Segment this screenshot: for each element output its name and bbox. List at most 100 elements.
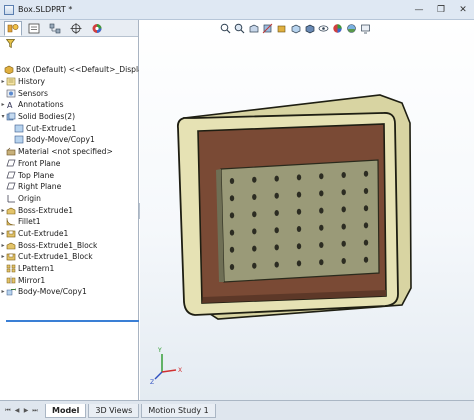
plane-icon <box>6 182 16 191</box>
hole <box>229 212 235 219</box>
display-manager-icon <box>92 23 102 33</box>
hole <box>341 206 346 213</box>
part-document-icon <box>4 4 14 15</box>
first-tab-arrow-icon[interactable]: ⏮ <box>4 406 12 416</box>
tree-root[interactable]: Box (Default) <<Default>_Display St <box>0 64 139 76</box>
hole <box>274 227 279 234</box>
tree-item-label: Fillet1 <box>18 217 41 227</box>
hole <box>296 208 302 215</box>
hole <box>229 229 235 236</box>
tab-configuration-manager[interactable] <box>46 21 64 36</box>
hole <box>319 190 324 197</box>
tree-item-cut-extrude1-block[interactable]: ▸ Cut-Extrude1_Block <box>0 251 139 263</box>
cut-icon <box>6 252 16 261</box>
tree-item-label: Body-Move/Copy1 <box>18 287 87 297</box>
hole <box>341 240 346 247</box>
tree-item-label: Mirror1 <box>18 275 46 285</box>
extrude-icon <box>6 206 16 215</box>
hole <box>229 264 235 270</box>
hole <box>296 260 302 267</box>
tree-item-top-plane[interactable]: Top Plane <box>0 169 139 181</box>
graphics-area[interactable]: Y X Z <box>140 20 474 400</box>
tree-item-solid-bodies[interactable]: ▾ Solid Bodies(2) <box>0 111 139 123</box>
hole <box>296 174 302 181</box>
annotations-icon: A <box>6 100 16 109</box>
tree-item-label: Solid Bodies(2) <box>18 112 76 122</box>
tree-item-boss-extrude1[interactable]: ▸ Boss-Extrude1 <box>0 204 139 216</box>
mirror-icon <box>6 276 16 285</box>
cut-icon <box>6 229 16 238</box>
hole <box>341 189 346 196</box>
plane-icon <box>6 171 16 180</box>
document-title: Box.SLDPRT * <box>18 5 73 14</box>
tree-item-sensors[interactable]: Sensors <box>0 87 139 99</box>
hole <box>363 222 369 229</box>
hole <box>274 261 279 268</box>
tree-item-label: Annotations <box>18 100 64 110</box>
triad-z-axis <box>154 371 163 380</box>
hole <box>274 210 279 216</box>
hole <box>363 239 369 246</box>
material-icon <box>6 147 16 156</box>
tab-dimxpert-manager[interactable] <box>67 21 85 36</box>
rollback-bar[interactable] <box>6 320 139 322</box>
hole <box>319 224 324 231</box>
tree-item-label: Body-Move/Copy1 <box>26 135 95 145</box>
tab-motion-study-1[interactable]: Motion Study 1 <box>141 403 216 418</box>
tree-item-label: Top Plane <box>18 170 55 180</box>
tab-model[interactable]: Model <box>45 403 87 418</box>
tab-property-manager[interactable] <box>25 21 43 36</box>
tree-item-label: LPattern1 <box>18 264 55 274</box>
triad-x-label: X <box>178 367 182 374</box>
tree-item-right-plane[interactable]: Right Plane <box>0 181 139 193</box>
tree-item-history[interactable]: ▸ History <box>0 76 139 88</box>
tree-item-boss-extrude1-block[interactable]: ▸ Boss-Extrude1_Block <box>0 239 139 251</box>
tab-3d-views[interactable]: 3D Views <box>88 403 140 418</box>
pattern-icon <box>6 264 16 273</box>
solid-bodies-icon <box>6 112 16 121</box>
close-button[interactable]: ✕ <box>452 0 474 20</box>
tree-item-front-plane[interactable]: Front Plane <box>0 158 139 170</box>
hole <box>341 258 346 264</box>
move-copy-icon <box>6 287 16 296</box>
hole <box>296 243 302 250</box>
hole <box>274 175 279 182</box>
tree-item-lpattern1[interactable]: LPattern1 <box>0 263 139 275</box>
restore-button[interactable]: ❐ <box>430 0 452 20</box>
extrude-icon <box>6 241 16 250</box>
tree-item-material[interactable]: Material <not specified> <box>0 146 139 158</box>
hole <box>363 188 369 194</box>
next-tab-arrow-icon[interactable]: ▶ <box>22 406 30 416</box>
prev-tab-arrow-icon[interactable]: ◀ <box>13 406 21 416</box>
tree-item-mirror1[interactable]: Mirror1 <box>0 274 139 286</box>
tree-item-fillet1[interactable]: Fillet1 <box>0 216 139 228</box>
hole <box>229 246 235 253</box>
tree-item-body-move-copy1[interactable]: Body-Move/Copy1 <box>0 134 139 146</box>
hole <box>363 256 369 263</box>
tab-feature-manager[interactable] <box>4 20 22 36</box>
box-model[interactable] <box>176 94 412 320</box>
body-icon <box>14 135 24 144</box>
triad-y-label: Y <box>157 347 162 354</box>
hole <box>341 223 346 230</box>
tree-item-origin[interactable]: Origin <box>0 193 139 205</box>
window-controls: — ❐ ✕ <box>408 0 474 20</box>
fillet-icon <box>6 217 16 226</box>
bottom-tab-bar: ⏮ ◀ ▶ ⏭ Model 3D Views Motion Study 1 <box>0 400 474 420</box>
origin-icon <box>6 194 16 203</box>
sensors-icon <box>6 89 16 98</box>
model-viewport[interactable]: Y X Z <box>140 20 474 400</box>
last-tab-arrow-icon[interactable]: ⏭ <box>31 406 39 416</box>
tree-item-annotations[interactable]: ▸ A Annotations <box>0 99 139 111</box>
tree-item-body-cut-extrude1[interactable]: Cut-Extrude1 <box>0 122 139 134</box>
tree-item-body-move-copy1-feature[interactable]: ▸ Body-Move/Copy1 <box>0 286 139 298</box>
hole <box>229 178 235 184</box>
tree-item-cut-extrude1[interactable]: ▸ Cut-Extrude1 <box>0 228 139 240</box>
dimxpert-icon <box>70 22 82 34</box>
tree-item-label: Cut-Extrude1_Block <box>18 252 93 262</box>
minimize-button[interactable]: — <box>408 0 430 20</box>
hole <box>229 195 235 202</box>
tab-display-manager[interactable] <box>88 21 106 36</box>
tree-item-label: Boss-Extrude1_Block <box>18 240 98 250</box>
tree-filter[interactable] <box>0 37 138 50</box>
